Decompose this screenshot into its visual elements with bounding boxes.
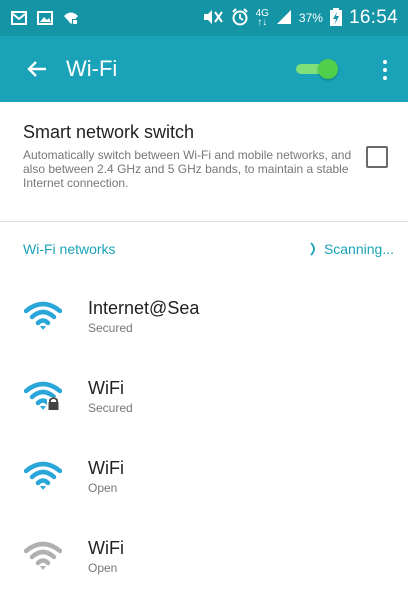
system-status: 4G ↑↓ 37% 16:54 bbox=[202, 7, 398, 29]
battery-percent: 37% bbox=[298, 11, 323, 25]
image-icon bbox=[36, 10, 54, 26]
action-bar: Wi-Fi bbox=[0, 36, 408, 102]
wifi-networks-header: Wi-Fi networks Scanning... bbox=[0, 222, 408, 276]
network-status: Open bbox=[88, 481, 118, 495]
page-title: Wi-Fi bbox=[66, 56, 118, 81]
status-bar: 4G ↑↓ 37% 16:54 bbox=[0, 0, 408, 36]
wifi-weak-icon bbox=[24, 541, 62, 570]
notification-icons bbox=[10, 10, 80, 26]
mail-icon bbox=[10, 10, 28, 26]
network-name: WiFi bbox=[88, 458, 124, 478]
signal-icon bbox=[276, 9, 292, 28]
back-button[interactable] bbox=[26, 58, 48, 80]
network-name: Internet@Sea bbox=[88, 298, 200, 318]
wifi-networks-label: Wi-Fi networks bbox=[23, 241, 116, 257]
network-name: WiFi bbox=[88, 378, 124, 398]
smart-network-switch-description: Automatically switch between Wi-Fi and m… bbox=[23, 148, 352, 190]
network-item[interactable]: Internet@Sea Secured bbox=[0, 276, 408, 356]
clock: 16:54 bbox=[348, 7, 398, 28]
smart-network-switch-checkbox[interactable] bbox=[366, 146, 388, 168]
wifi-toggle[interactable] bbox=[296, 59, 338, 79]
scanning-spinner-icon bbox=[310, 242, 315, 256]
network-activity: ↑↓ bbox=[257, 17, 268, 28]
wifi-notification-icon bbox=[62, 10, 80, 26]
more-options-dot bbox=[383, 76, 387, 80]
mute-icon bbox=[202, 9, 224, 28]
alarm-icon bbox=[231, 7, 249, 29]
network-status: Open bbox=[88, 561, 118, 575]
network-item[interactable]: WiFi Open bbox=[0, 516, 408, 596]
smart-network-switch-title: Smart network switch bbox=[23, 122, 195, 142]
battery-charging-icon bbox=[329, 7, 342, 29]
back-arrow-icon bbox=[27, 61, 46, 77]
wifi-locked-icon bbox=[24, 381, 62, 410]
network-status: Secured bbox=[88, 401, 133, 415]
network-type: 4G ↑↓ bbox=[256, 9, 269, 28]
network-name: WiFi bbox=[88, 538, 124, 558]
more-options-icon bbox=[383, 60, 387, 64]
scanning-status: Scanning... bbox=[308, 241, 394, 257]
smart-network-switch-row[interactable]: Smart network switch Automatically switc… bbox=[0, 102, 408, 222]
wifi-full-icon bbox=[24, 461, 62, 490]
network-status: Secured bbox=[88, 321, 133, 335]
scanning-label: Scanning... bbox=[323, 241, 394, 257]
network-item[interactable]: WiFi Open bbox=[0, 436, 408, 516]
wifi-toggle-thumb bbox=[318, 59, 338, 79]
more-options-button[interactable] bbox=[378, 56, 392, 84]
network-item[interactable]: WiFi Secured bbox=[0, 356, 408, 436]
more-options-dot bbox=[383, 68, 387, 72]
wifi-full-icon bbox=[24, 301, 62, 330]
